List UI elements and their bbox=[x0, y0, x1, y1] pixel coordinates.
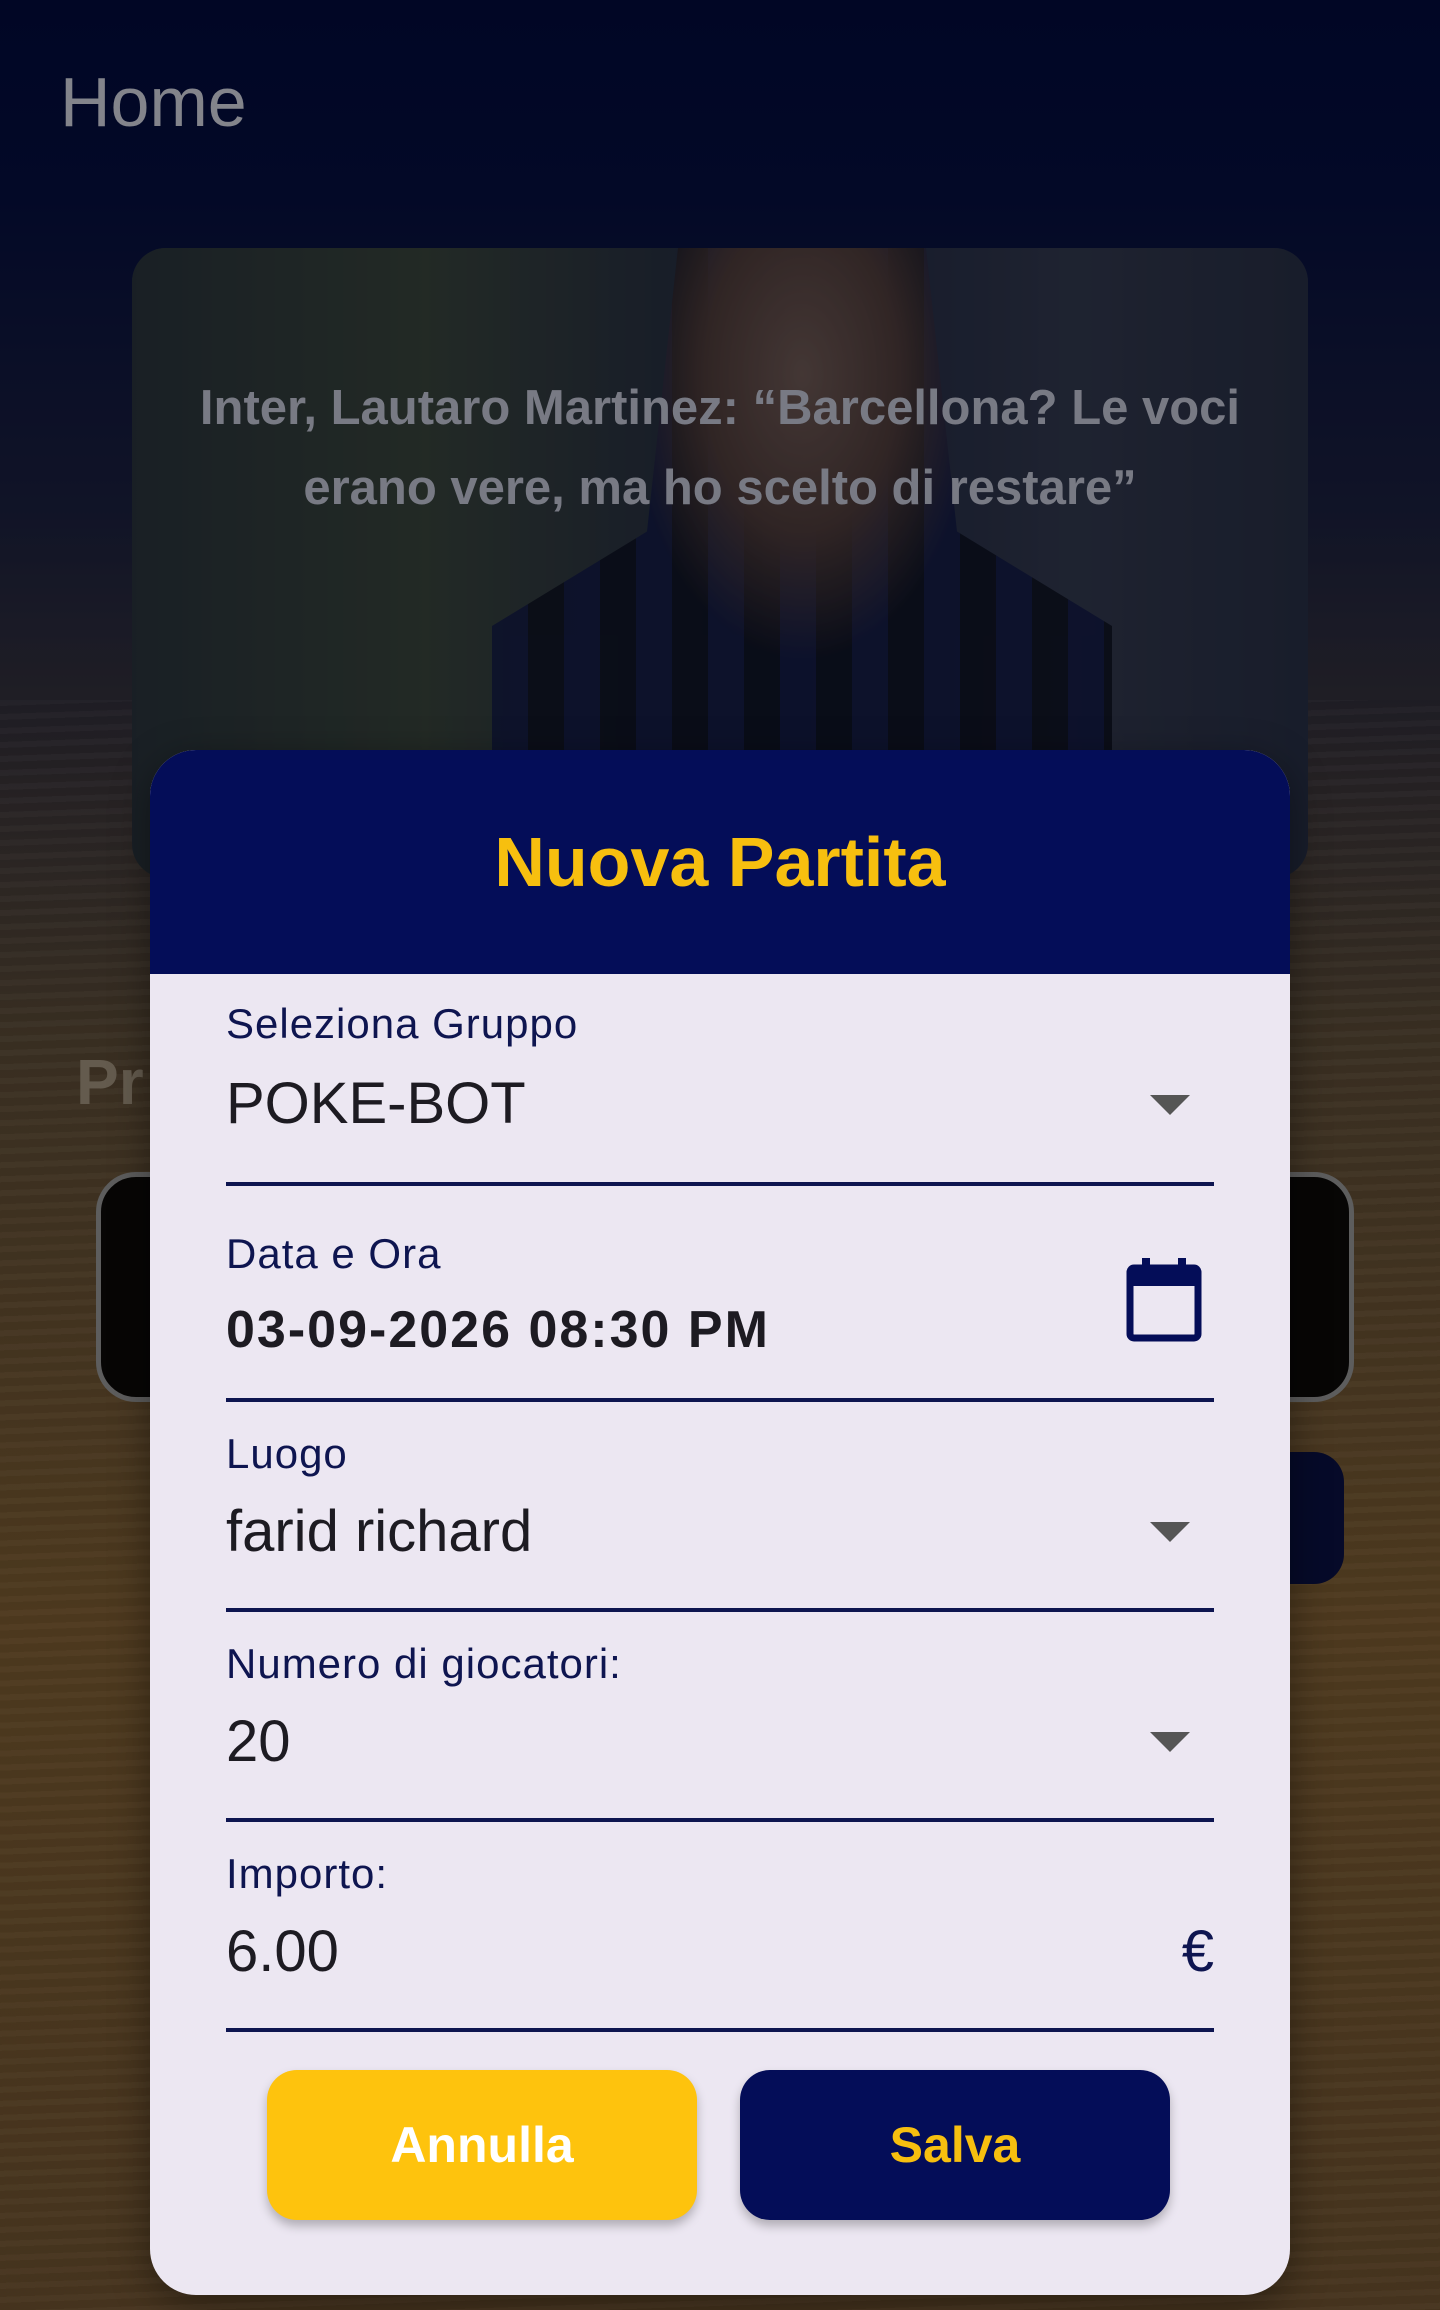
location-value: farid richard bbox=[226, 1499, 533, 1564]
amount-label: Importo: bbox=[226, 1850, 389, 1897]
dialog-title: Nuova Partita bbox=[494, 823, 946, 901]
datetime-label: Data e Ora bbox=[226, 1230, 442, 1277]
datetime-value: 03-09-2026 08:30 PM bbox=[226, 1301, 770, 1359]
location-select[interactable]: Luogo farid richard bbox=[226, 1430, 1214, 1612]
amount-value: 6.00 bbox=[226, 1919, 339, 1984]
group-label: Seleziona Gruppo bbox=[226, 1000, 579, 1047]
caret-down-icon bbox=[1150, 1522, 1190, 1542]
caret-down-icon bbox=[1150, 1095, 1190, 1115]
group-select[interactable]: Seleziona Gruppo POKE-BOT bbox=[226, 1000, 1214, 1186]
group-value: POKE-BOT bbox=[226, 1071, 526, 1136]
caret-down-icon bbox=[1150, 1732, 1190, 1752]
save-button[interactable]: Salva bbox=[740, 2070, 1170, 2220]
datetime-field[interactable]: Data e Ora 03-09-2026 08:30 PM bbox=[226, 1230, 1214, 1402]
players-select[interactable]: Numero di giocatori: 20 bbox=[226, 1640, 1214, 1822]
players-label: Numero di giocatori: bbox=[226, 1640, 622, 1687]
new-match-dialog: Nuova Partita Seleziona Gruppo POKE-BOT … bbox=[150, 750, 1290, 2295]
amount-field[interactable]: Importo: 6.00 € bbox=[226, 1850, 1214, 2032]
location-label: Luogo bbox=[226, 1430, 348, 1477]
dialog-header: Nuova Partita bbox=[150, 750, 1290, 974]
euro-icon: € bbox=[1181, 1919, 1214, 1984]
cancel-button[interactable]: Annulla bbox=[267, 2070, 697, 2220]
calendar-icon[interactable] bbox=[1126, 1258, 1202, 1347]
players-value: 20 bbox=[226, 1709, 291, 1774]
